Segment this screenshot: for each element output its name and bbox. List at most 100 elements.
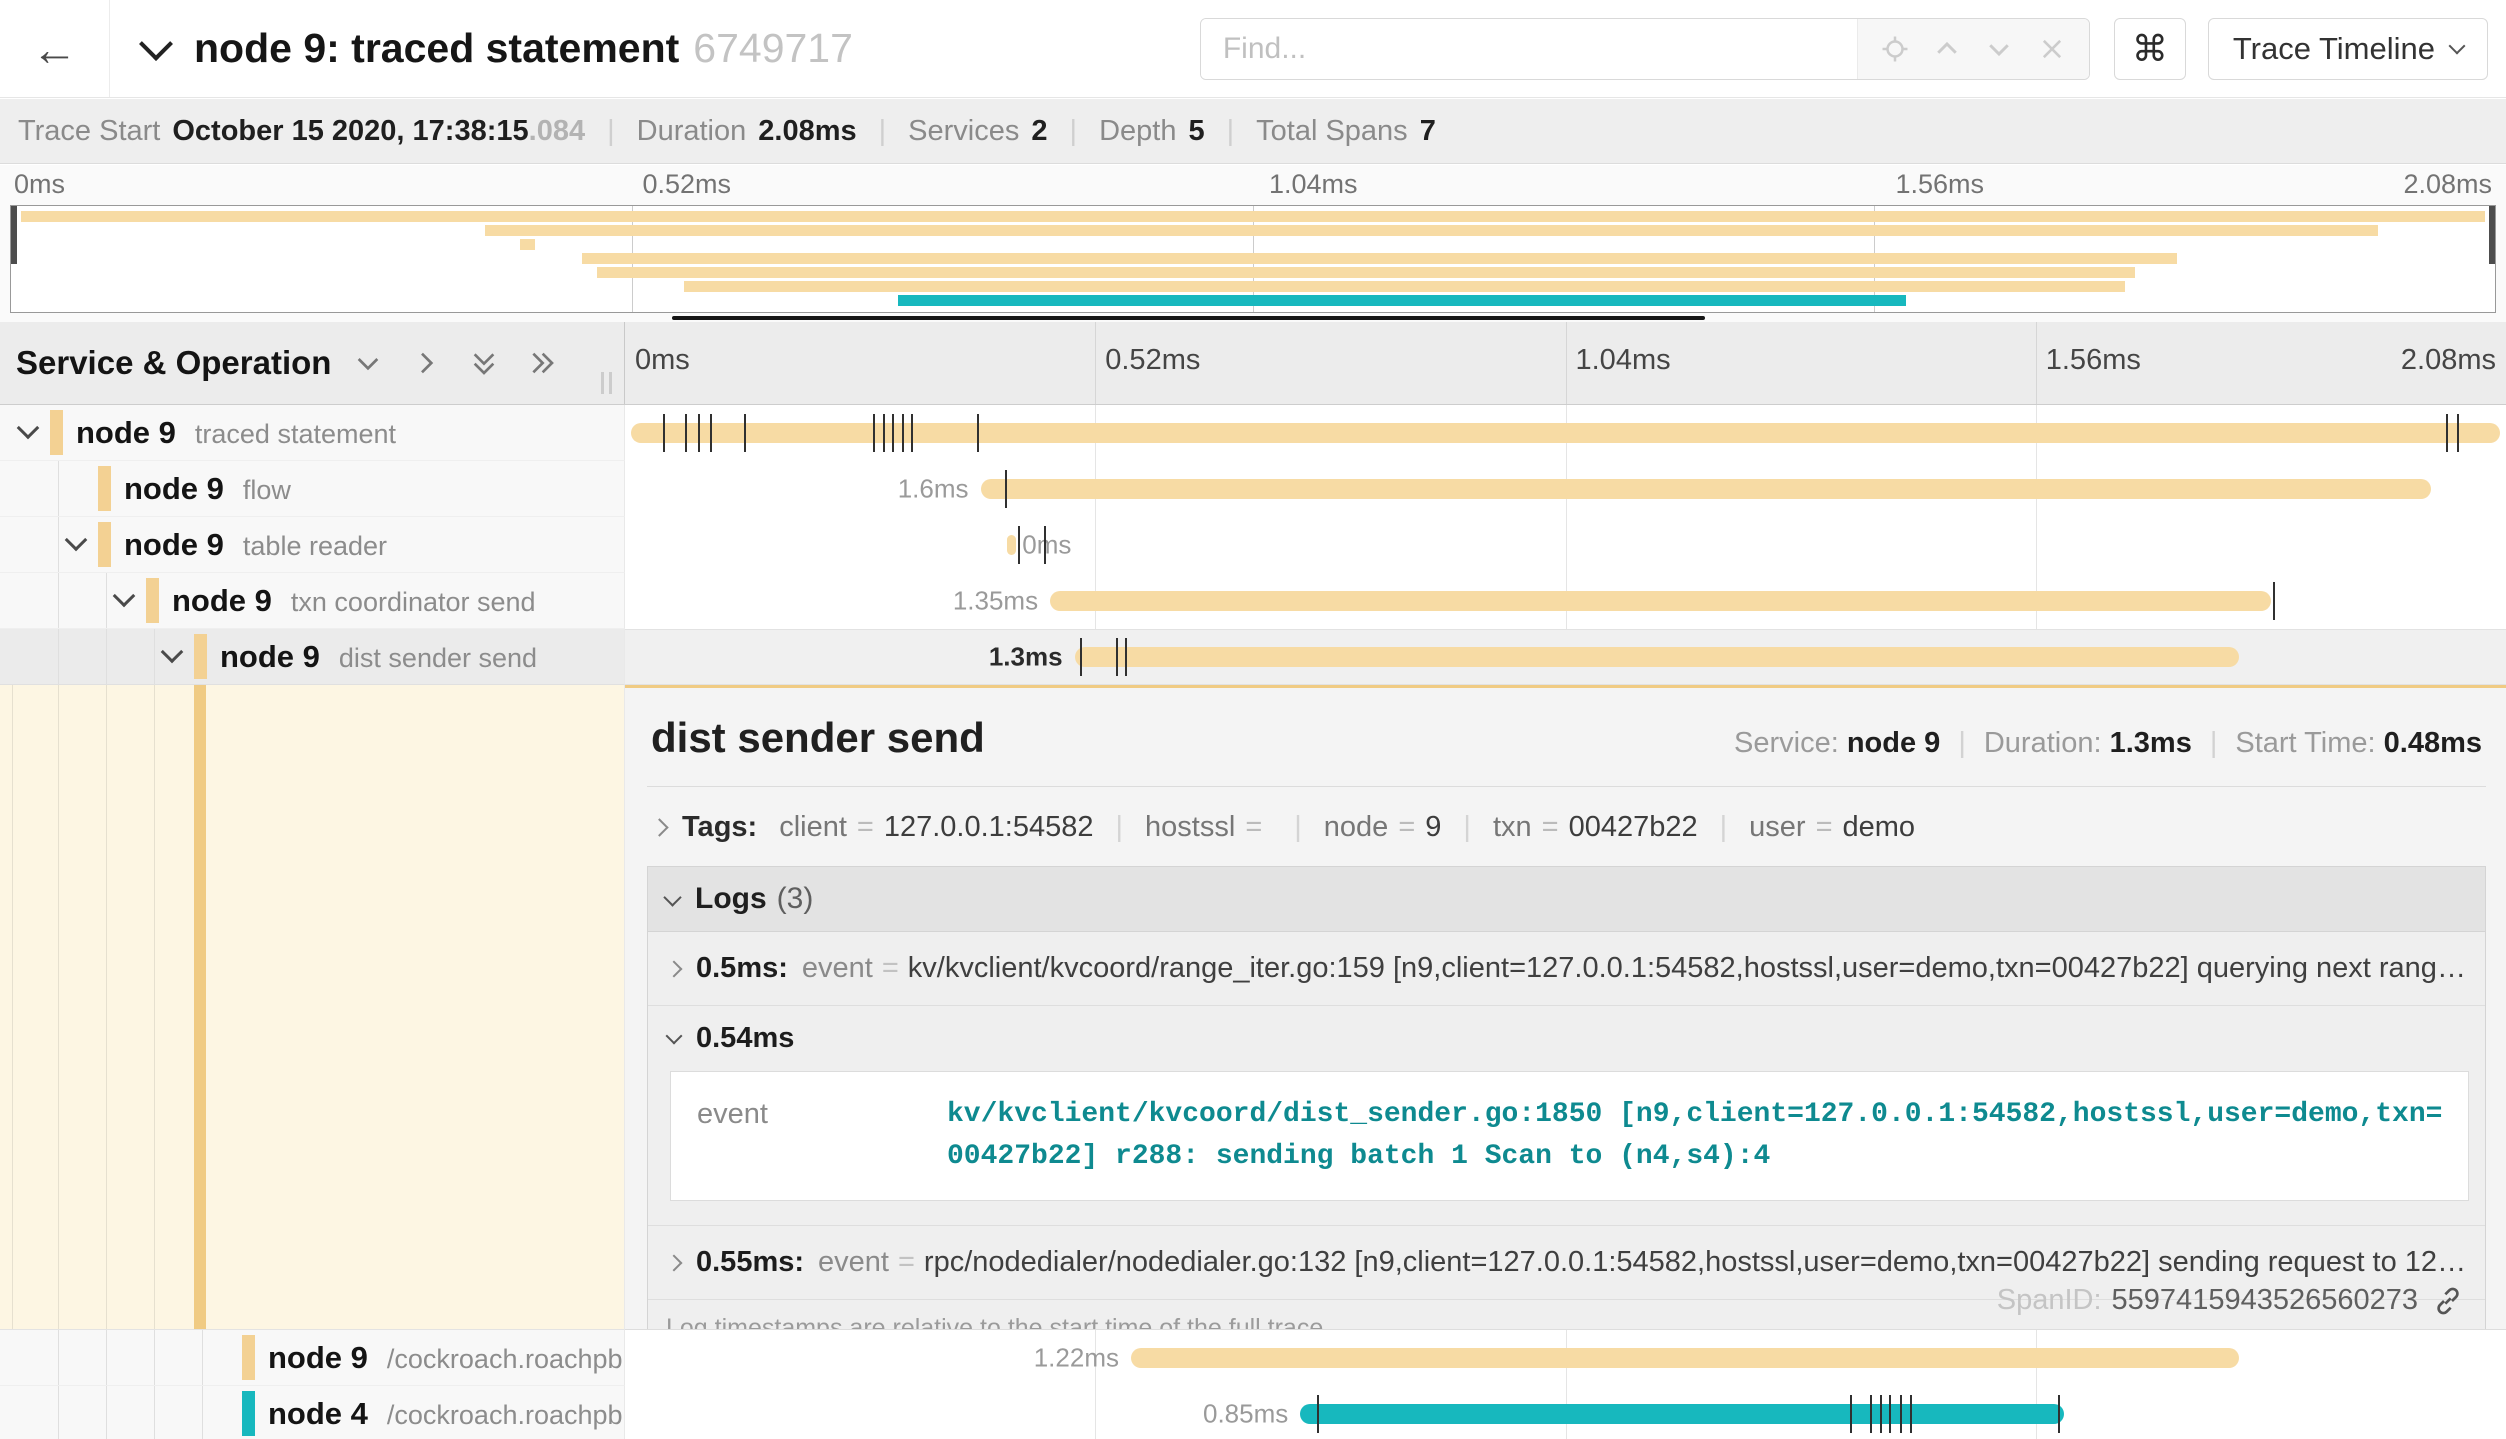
column-resizer-handle[interactable] xyxy=(601,372,612,394)
service-name: node 9 xyxy=(268,1340,368,1376)
operation-name: dist sender send xyxy=(339,643,537,674)
keyboard-shortcuts-button[interactable]: ⌘ xyxy=(2114,18,2186,80)
equals-sign: = xyxy=(882,952,899,985)
span-track[interactable]: 1.6ms xyxy=(625,461,2506,517)
span-track[interactable] xyxy=(625,405,2506,461)
log-marker-tick xyxy=(1018,526,1020,564)
prev-result-icon[interactable] xyxy=(1932,34,1962,64)
span-detail-title: dist sender send xyxy=(651,714,985,762)
log-marker-tick xyxy=(892,414,894,452)
span-name-cell[interactable]: node 4/cockroach.roachpb.I... xyxy=(0,1386,625,1439)
ruler-tick-label: 1.04ms xyxy=(1576,344,1671,377)
page-title: node 9: traced statement xyxy=(194,25,679,72)
tag-value: demo xyxy=(1843,811,1916,844)
log-field-value: kv/kvclient/kvcoord/dist_sender.go:1850 … xyxy=(947,1094,2448,1178)
span-bar[interactable] xyxy=(1050,591,2271,611)
log-marker-tick xyxy=(1044,526,1046,564)
row-expander[interactable] xyxy=(164,643,180,664)
log-marker-tick xyxy=(1116,638,1118,676)
log-entry[interactable]: 0.5ms:event=kv/kvclient/kvcoord/range_it… xyxy=(648,932,2485,1006)
log-marker-tick xyxy=(873,414,875,452)
span-track[interactable]: 0.85ms xyxy=(625,1386,2506,1439)
span-bar[interactable] xyxy=(1075,647,2239,667)
minimap-axis-tick: 1.56ms xyxy=(1896,169,1985,200)
span-bar[interactable] xyxy=(1131,1348,2239,1368)
row-expander[interactable] xyxy=(116,587,132,608)
expand-all-icon[interactable] xyxy=(468,347,500,379)
span-color-stripe xyxy=(146,578,159,623)
span-name-cell[interactable]: node 9txn coordinator send xyxy=(0,573,625,629)
service-label: Service: xyxy=(1734,727,1839,759)
span-name-cell[interactable]: node 9/cockroach.roachpb.I... xyxy=(0,1330,625,1386)
timeline-ruler: 0ms0.52ms1.04ms1.56ms2.08ms xyxy=(625,322,2506,404)
logs-header[interactable]: Logs (3) xyxy=(648,867,2485,932)
log-field-value: kv/kvclient/kvcoord/range_iter.go:159 [n… xyxy=(908,952,2469,985)
minimap-scrollbar[interactable] xyxy=(672,316,1705,320)
trace-title-group[interactable]: node 9: traced statement 6749717 xyxy=(144,25,853,72)
log-marker-tick xyxy=(710,414,712,452)
collapse-all-icon[interactable] xyxy=(526,347,558,379)
span-row[interactable]: node 9table reader0ms xyxy=(0,517,2506,573)
equals-sign: = xyxy=(857,811,874,844)
span-color-stripe xyxy=(242,1335,255,1380)
log-marker-tick xyxy=(744,414,746,452)
summary-value: 2.08ms xyxy=(758,115,856,148)
divider xyxy=(647,786,2486,787)
span-row[interactable]: node 9traced statement xyxy=(0,405,2506,461)
span-row[interactable]: node 9dist sender send1.3ms xyxy=(0,629,2506,685)
operation-name: /cockroach.roachpb.I... xyxy=(387,1344,625,1375)
expand-one-icon[interactable] xyxy=(352,347,384,379)
span-bar[interactable] xyxy=(981,479,2431,499)
log-marker-tick xyxy=(1850,1395,1852,1433)
minimap-right-handle[interactable] xyxy=(2489,206,2495,264)
next-result-icon[interactable] xyxy=(1984,34,2014,64)
span-name-cell[interactable]: node 9table reader xyxy=(0,517,625,573)
minimap-canvas[interactable] xyxy=(10,205,2496,313)
indent-guide xyxy=(58,517,59,572)
minimap-left-handle[interactable] xyxy=(11,206,17,264)
span-row[interactable]: node 9txn coordinator send1.35ms xyxy=(0,573,2506,629)
span-color-stripe xyxy=(242,1391,255,1436)
span-name-cell[interactable]: node 9flow xyxy=(0,461,625,517)
trace-id-short: 6749717 xyxy=(693,25,853,72)
span-bar[interactable] xyxy=(1007,535,1016,555)
row-expander[interactable] xyxy=(20,419,36,440)
copy-link-icon[interactable] xyxy=(2432,1285,2464,1317)
span-row[interactable]: node 9flow1.6ms xyxy=(0,461,2506,517)
row-expander[interactable] xyxy=(68,531,84,552)
find-group xyxy=(1200,18,2090,80)
tags-row[interactable]: Tags: client=127.0.0.1:54582|hostssl=|no… xyxy=(647,811,2486,844)
log-event-box: eventkv/kvclient/kvcoord/dist_sender.go:… xyxy=(670,1071,2469,1201)
span-track[interactable]: 1.22ms xyxy=(625,1330,2506,1386)
clear-search-icon[interactable] xyxy=(2037,34,2067,64)
span-bar[interactable] xyxy=(1300,1404,2064,1424)
span-row[interactable]: node 9/cockroach.roachpb.I...1.22ms xyxy=(0,1330,2506,1386)
minimap-axis-tick: 0.52ms xyxy=(643,169,732,200)
service-name: node 4 xyxy=(268,1396,368,1432)
log-entry-expanded: 0.54ms eventkv/kvclient/kvcoord/dist_send… xyxy=(648,1006,2485,1226)
chevron-down-icon xyxy=(2449,37,2466,54)
log-marker-tick xyxy=(1317,1395,1319,1433)
indent-guide xyxy=(58,573,59,628)
span-track[interactable]: 0ms xyxy=(625,517,2506,573)
back-arrow-icon: ← xyxy=(32,22,78,76)
span-name-cell[interactable]: node 9traced statement xyxy=(0,405,625,461)
log-entry-header[interactable]: 0.54ms xyxy=(668,1022,2469,1055)
span-name-text: node 4/cockroach.roachpb.I... xyxy=(268,1396,625,1432)
span-name-cell[interactable]: node 9dist sender send xyxy=(0,629,625,685)
span-track[interactable]: 1.3ms xyxy=(625,629,2506,685)
separator: | xyxy=(1227,115,1235,148)
indent-guide xyxy=(106,1330,107,1385)
locate-icon[interactable] xyxy=(1880,34,1910,64)
back-button[interactable]: ← xyxy=(0,0,110,97)
log-marker-tick xyxy=(1005,470,1007,508)
start-time-value: 0.48ms xyxy=(2384,727,2482,759)
span-row[interactable]: node 4/cockroach.roachpb.I...0.85ms xyxy=(0,1386,2506,1439)
log-timestamp: 0.55ms: xyxy=(696,1246,804,1279)
span-color-stripe xyxy=(50,410,63,455)
chevron-down-icon xyxy=(139,27,173,61)
trace-view-selector[interactable]: Trace Timeline xyxy=(2208,18,2488,80)
collapse-one-icon[interactable] xyxy=(410,347,442,379)
span-track[interactable]: 1.35ms xyxy=(625,573,2506,629)
find-input[interactable] xyxy=(1201,19,1857,79)
